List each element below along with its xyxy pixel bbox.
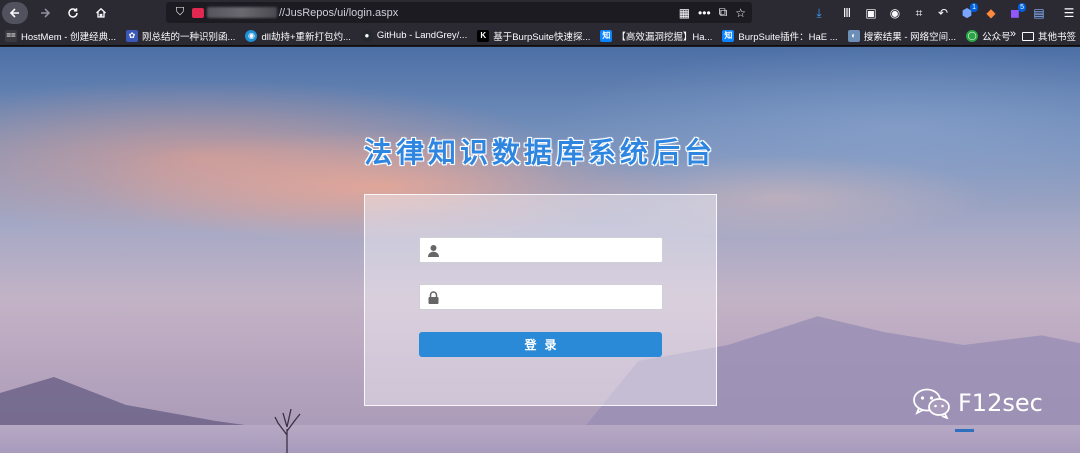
bookmark-item[interactable]: ✿ 刚总结的一种识别函... xyxy=(121,27,240,45)
lock-icon xyxy=(420,285,446,309)
login-button[interactable]: 登录 xyxy=(419,332,662,357)
bookmark-item[interactable]: ● GitHub - LandGrey/... xyxy=(356,27,472,45)
bookmark-label: BurpSuite插件：HaE ... xyxy=(738,31,838,43)
shield-icon[interactable]: ⛉ xyxy=(172,6,188,19)
home-icon xyxy=(96,7,106,18)
extension-translate-button[interactable]: ▤ xyxy=(1028,2,1050,24)
back-button[interactable] xyxy=(2,2,28,24)
crop-icon: ⌗ xyxy=(915,5,923,20)
folder-icon xyxy=(1021,31,1034,41)
insecure-lock-icon[interactable] xyxy=(192,7,204,18)
bookmark-item[interactable]: ◐ 搜索结果 - 网络空间... xyxy=(843,27,961,45)
wechat-favicon: ◯ xyxy=(966,29,979,42)
redacted-host xyxy=(207,7,277,18)
bookmark-favicon: == xyxy=(5,29,17,42)
sidebar-icon: ▣ xyxy=(865,6,877,20)
bookmark-label: HostMem - 创建经典... xyxy=(21,31,117,43)
extension-fox-button[interactable]: ◆ xyxy=(980,2,1002,24)
fox-icon: ◆ xyxy=(986,6,996,20)
bookmark-item[interactable]: == HostMem - 创建经典... xyxy=(0,27,121,45)
extension-badge: 5 xyxy=(1018,3,1026,12)
github-favicon: ● xyxy=(360,29,373,42)
extension-shield-button[interactable]: ⬢ 1 xyxy=(956,2,978,24)
qr-code-icon[interactable]: ▦ xyxy=(679,6,690,20)
downloads-button[interactable]: ⤓ xyxy=(808,2,830,24)
home-button[interactable] xyxy=(90,2,112,24)
login-page: 法律知识数据库系统后台 登录 F12sec xyxy=(0,47,1080,453)
bookmark-favicon: ◉ xyxy=(245,29,258,42)
other-bookmarks-folder[interactable]: 其他书签 xyxy=(1021,26,1076,46)
watermark: F12sec xyxy=(912,387,1043,419)
bookmark-label: GitHub - LandGrey/... xyxy=(376,30,468,41)
bookmark-item[interactable]: ◉ dll劫持+重新打包灼... xyxy=(240,27,355,45)
screenshot-button[interactable]: ⌗ xyxy=(908,2,930,24)
hamburger-menu-icon: ☰ xyxy=(1063,6,1075,20)
more-actions-icon[interactable]: ••• xyxy=(698,6,711,20)
extension-purple-button[interactable]: ◼ 5 xyxy=(1004,2,1026,24)
bookmarks-overflow-button[interactable]: » xyxy=(1010,28,1016,40)
undo-icon: ↶ xyxy=(937,6,949,20)
page-title: 法律知识数据库系统后台 xyxy=(363,136,716,169)
username-input[interactable] xyxy=(446,239,662,261)
bookmark-item[interactable]: 知 BurpSuite插件：HaE ... xyxy=(717,27,842,45)
bookmark-label: 搜索结果 - 网络空间... xyxy=(863,31,957,43)
library-button[interactable]: Ⅲ xyxy=(836,2,858,24)
sidebar-button[interactable]: ▣ xyxy=(860,2,882,24)
login-form: 登录 xyxy=(364,194,717,406)
user-icon xyxy=(420,238,446,262)
toolbar-right: ⤓ Ⅲ ▣ ◉ ⌗ ↶ ⬢ 1 ◆ ◼ 5 ▤ ☰ xyxy=(806,0,1080,26)
account-button[interactable]: ◉ xyxy=(884,2,906,24)
bookmark-item[interactable]: K 基于BurpSuite快速探... xyxy=(472,27,595,45)
bookmark-label: 【高效漏洞挖掘】Ha... xyxy=(616,31,713,43)
bookmark-favicon: ✿ xyxy=(126,29,139,42)
undo-button[interactable]: ↶ xyxy=(932,2,954,24)
bookmark-favicon: ◐ xyxy=(847,29,860,42)
wechat-icon xyxy=(913,388,950,419)
bookmark-item[interactable]: 知 【高效漏洞挖掘】Ha... xyxy=(595,27,717,45)
accent-line xyxy=(955,429,974,432)
tree-silhouette xyxy=(274,408,301,453)
back-arrow-icon xyxy=(9,8,19,18)
forward-button[interactable] xyxy=(34,2,56,24)
extension-badge: 1 xyxy=(970,3,978,12)
password-input[interactable] xyxy=(446,286,662,308)
reload-button[interactable] xyxy=(62,2,84,24)
forward-arrow-icon xyxy=(41,8,51,18)
translate-icon[interactable]: ⧉ xyxy=(719,5,728,20)
reload-icon xyxy=(68,8,78,18)
bookmark-label: dll劫持+重新打包灼... xyxy=(261,31,351,43)
bookmarks-bar: == HostMem - 创建经典... ✿ 刚总结的一种识别函... ◉ dl… xyxy=(0,26,1080,46)
bookmark-favicon: K xyxy=(477,29,490,42)
zhihu-favicon: 知 xyxy=(600,29,613,42)
background-lake xyxy=(0,425,1080,453)
username-field[interactable] xyxy=(419,237,663,263)
url-actions: ▦ ••• ⧉ ☆ xyxy=(679,2,746,23)
url-text[interactable]: //JusRepos/ui/login.aspx xyxy=(279,7,398,19)
bookmark-label: 基于BurpSuite快速探... xyxy=(493,31,591,43)
zhihu-favicon: 知 xyxy=(722,29,735,42)
watermark-text: F12sec xyxy=(958,389,1043,417)
menu-button[interactable]: ☰ xyxy=(1058,2,1080,24)
url-bar[interactable]: ⛉ //JusRepos/ui/login.aspx ▦ ••• ⧉ ☆ xyxy=(166,2,752,23)
download-icon: ⤓ xyxy=(816,5,822,20)
library-icon: Ⅲ xyxy=(842,6,852,20)
bookmark-item[interactable]: ◯ 公众号 xyxy=(961,27,1016,45)
bookmark-label: 公众号 xyxy=(982,31,1011,43)
translate-extension-icon: ▤ xyxy=(1033,6,1045,20)
password-field[interactable] xyxy=(419,284,663,310)
bookmark-star-icon[interactable]: ☆ xyxy=(735,6,746,20)
browser-toolbar: ⛉ //JusRepos/ui/login.aspx ▦ ••• ⧉ ☆ ⤓ Ⅲ… xyxy=(0,0,1080,26)
bookmark-label: 刚总结的一种识别函... xyxy=(142,31,236,43)
folder-label: 其他书签 xyxy=(1037,32,1076,43)
account-icon: ◉ xyxy=(889,6,901,20)
